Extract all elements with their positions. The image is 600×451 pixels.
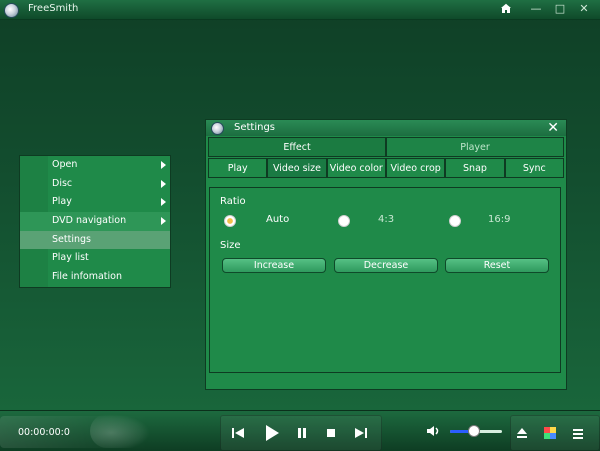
menu-item-open[interactable]: Open [20,156,170,175]
color-icon[interactable] [541,424,559,442]
stop-icon[interactable] [322,424,340,442]
tab-label: Sync [522,163,546,174]
subtab-video-color[interactable]: Video color [326,158,386,178]
tab-effect[interactable]: Effect [208,137,386,157]
tab-label: Effect [283,142,311,153]
close-icon[interactable]: ✕ [576,2,592,16]
pause-icon-svg [298,428,306,438]
restore-icon[interactable]: □ [552,2,568,16]
decrease-button[interactable]: Decrease [334,258,438,273]
skip-previous-icon[interactable] [229,424,247,442]
menu-item-label: Open [52,159,78,170]
dialog-title: Settings [234,122,276,133]
time-display: 00:00:00:0 [18,427,70,438]
subtab-video-size[interactable]: Video size [267,158,327,178]
menu-item-play-list[interactable]: Play list [20,249,170,268]
sub-tabs: Play Video size Video color Video crop S… [208,158,564,178]
menu-item-label: File infomation [52,271,123,283]
ratio-4-3-radio[interactable] [338,215,350,227]
title-bar: FreeSmith — □ ✕ [0,0,600,20]
app-logo-icon [4,3,19,18]
play-icon-svg [266,425,279,441]
menu-item-disc[interactable]: Disc [20,175,170,194]
play-icon[interactable] [260,422,282,444]
menu-item-label: Disc [52,177,73,189]
subtab-snap[interactable]: Snap [445,158,505,178]
tab-label: Video size [272,163,322,174]
subtab-play[interactable]: Play [208,158,268,178]
dialog-title-bar: Settings ✕ [206,120,566,136]
video-size-panel: Ratio Auto 4:3 16:9 Size Increase Decrea… [209,187,561,373]
tab-label: Snap [463,163,487,174]
pause-icon[interactable] [293,424,311,442]
transport-controls [220,415,382,451]
minimize-icon[interactable]: — [528,2,544,16]
menu-item-label: DVD navigation [52,215,127,227]
menu-item-label: Play list [52,252,89,264]
volume-icon-svg [427,426,439,436]
ratio-label: Ratio [220,196,246,207]
increase-button[interactable]: Increase [222,258,326,273]
submenu-arrow-icon [161,161,166,169]
skip-next-icon[interactable] [352,424,370,442]
home-icon-svg [501,3,511,13]
menu-item-settings[interactable]: Settings [20,230,170,250]
app-title: FreeSmith [28,3,79,14]
playlist-icon[interactable] [569,424,587,442]
subtab-video-crop[interactable]: Video crop [385,158,446,178]
right-controls [510,415,600,451]
stop-icon-svg [327,429,335,437]
settings-dialog: Settings ✕ Effect Player Play Video size… [205,119,567,390]
dialog-close-icon[interactable]: ✕ [547,120,559,136]
ratio-16-9-label: 16:9 [488,214,511,225]
context-menu: Open Disc Play DVD navigation Settings P… [19,155,171,288]
home-icon[interactable] [498,2,514,16]
skip-previous-icon-svg [232,428,244,438]
menu-item-label: Settings [52,233,91,245]
reset-button[interactable]: Reset [445,258,549,273]
volume-icon[interactable] [424,422,442,440]
dialog-logo-icon [211,122,224,135]
menu-item-play[interactable]: Play [20,193,170,212]
eject-icon-svg [517,428,527,438]
tab-label: Play [227,163,248,174]
tab-label: Player [460,142,490,153]
subtab-sync[interactable]: Sync [504,158,564,178]
tab-label: Video crop [390,163,441,174]
submenu-arrow-icon [161,198,166,207]
tab-label: Video color [329,163,383,174]
top-tabs: Effect Player [208,137,564,157]
playlist-icon-svg [573,429,583,439]
submenu-arrow-icon [161,179,166,188]
menu-item-label: Play [52,196,72,208]
ratio-auto-radio[interactable] [224,215,236,227]
ratio-auto-label: Auto [266,214,290,225]
player-bar: 00:00:00:0 [0,410,600,451]
submenu-arrow-icon [161,217,166,226]
guitar-logo [90,414,150,448]
ratio-4-3-label: 4:3 [378,214,395,225]
eject-icon[interactable] [513,424,531,442]
skip-next-icon-svg [355,428,367,438]
tab-player[interactable]: Player [386,137,564,157]
menu-item-file-information[interactable]: File infomation [20,268,170,287]
ratio-16-9-radio[interactable] [449,215,461,227]
size-label: Size [220,240,241,251]
menu-item-dvd-navigation[interactable]: DVD navigation [20,212,170,231]
color-icon-svg [544,427,556,439]
volume-knob[interactable] [468,425,481,437]
